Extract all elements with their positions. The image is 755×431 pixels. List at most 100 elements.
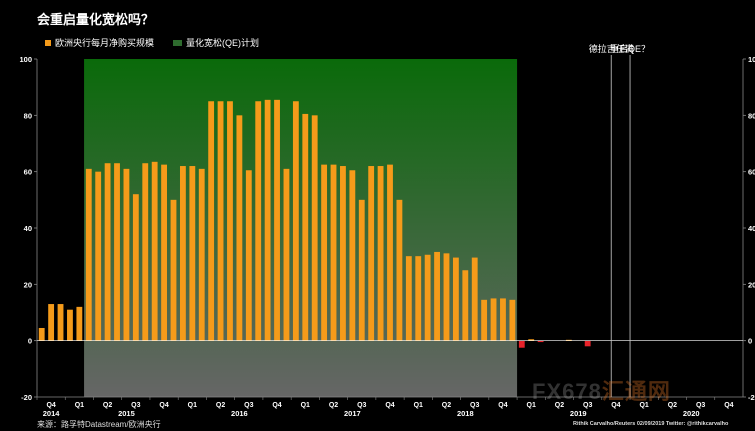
y-tick-label-left: 80	[24, 111, 32, 120]
bar	[198, 168, 205, 341]
y-tick-label-left: 100	[19, 55, 32, 64]
bar	[396, 199, 403, 341]
bar	[490, 298, 497, 341]
bar	[518, 340, 525, 348]
bar	[302, 113, 309, 341]
legend-swatch	[173, 40, 182, 46]
bar	[208, 101, 215, 341]
y-tick-label-right: 40	[748, 224, 755, 233]
watermark-accent: 汇通网	[601, 379, 671, 404]
bar	[76, 306, 83, 341]
bar	[311, 115, 318, 341]
x-tick-label: Q1	[188, 402, 197, 409]
bar	[415, 256, 422, 341]
bar	[48, 304, 55, 341]
bar	[123, 168, 130, 341]
x-tick-label: Q1	[301, 402, 310, 409]
x-tick-label: Q3	[357, 402, 366, 409]
bar	[161, 164, 167, 341]
qe-program-region	[84, 59, 518, 397]
qe-program-band	[84, 59, 518, 397]
bar	[321, 164, 328, 341]
y-tick-label-left: 40	[24, 224, 32, 233]
bar	[340, 166, 346, 341]
bar	[57, 304, 64, 341]
x-tick-label: Q4	[272, 402, 281, 409]
x-tick-label: Q4	[724, 402, 733, 409]
y-tick-label-right: -20	[748, 393, 755, 402]
x-tick-label: Q4	[46, 402, 55, 409]
year-label: 2015	[118, 409, 135, 418]
bar	[462, 270, 469, 341]
watermark-main: FX678	[532, 379, 602, 404]
y-tick-label-right: 0	[748, 337, 752, 346]
y-tick-label-right: 100	[748, 55, 755, 64]
bar	[189, 166, 196, 341]
y-tick-label-right: 60	[748, 168, 755, 177]
bar	[142, 163, 149, 341]
bar	[104, 163, 111, 341]
y-tick-label-left: 60	[24, 168, 32, 177]
bar	[274, 99, 280, 341]
legend: 欧洲央行每月净购买规模 量化宽松(QE)计划	[45, 37, 259, 48]
bar	[114, 163, 120, 341]
x-tick-label: Q3	[131, 402, 140, 409]
bar	[264, 99, 271, 341]
x-tick-label: Q3	[470, 402, 479, 409]
x-tick-label: Q3	[244, 402, 253, 409]
bar	[85, 168, 92, 341]
bar	[330, 164, 337, 341]
bar	[151, 161, 158, 341]
bar	[405, 256, 412, 341]
bar	[471, 257, 478, 341]
credit-note: Rithik Carvalho/Reuters 02/09/2019 Twitt…	[573, 421, 729, 427]
x-tick-label: Q2	[103, 402, 112, 409]
y-tick-label-right: 20	[748, 280, 755, 289]
annotation-label: 重启QE？	[610, 43, 650, 54]
bar	[67, 309, 73, 341]
bar	[170, 199, 177, 341]
bar	[443, 253, 450, 341]
bar	[95, 171, 102, 341]
bar	[179, 166, 186, 341]
x-tick-label: Q2	[442, 402, 451, 409]
annotations: 德拉吉任满重启QE？	[589, 43, 650, 397]
y-tick-label-left: 20	[24, 280, 32, 289]
year-label: 2018	[457, 409, 474, 418]
y-tick-label-right: 80	[748, 111, 755, 120]
bar	[255, 101, 262, 341]
year-label: 2020	[683, 409, 700, 418]
watermark-logo: FX678汇通网	[532, 374, 671, 406]
bar	[217, 101, 224, 341]
bar	[481, 299, 488, 341]
bar	[283, 168, 290, 341]
legend-label: 量化宽松(QE)计划	[186, 37, 259, 48]
x-tick-label: Q1	[414, 402, 423, 409]
bar	[434, 251, 440, 341]
bar	[349, 170, 356, 341]
x-tick-label: Q4	[159, 402, 168, 409]
qe-bar-chart: -20-20002020404060608080100100Q4Q1Q2Q3Q4…	[19, 37, 755, 418]
y-tick-label-left: -20	[21, 393, 32, 402]
bar	[387, 164, 393, 341]
legend-swatch	[45, 40, 51, 46]
bar	[38, 327, 45, 341]
x-tick-label: Q3	[696, 402, 705, 409]
year-label: 2019	[570, 409, 587, 418]
bar	[358, 199, 365, 341]
x-tick-label: Q1	[75, 402, 84, 409]
x-tick-label: Q4	[385, 402, 394, 409]
bar	[452, 257, 459, 341]
bar	[132, 194, 139, 341]
legend-label: 欧洲央行每月净购买规模	[55, 37, 154, 48]
bar	[245, 170, 252, 341]
year-label: 2016	[231, 409, 248, 418]
bar	[500, 298, 506, 341]
x-tick-label: Q2	[329, 402, 338, 409]
source-note: 来源：路孚特Datastream/欧洲央行	[37, 420, 161, 429]
x-tick-label: Q2	[216, 402, 225, 409]
bar	[236, 115, 243, 341]
y-tick-label-left: 0	[28, 337, 32, 346]
bar	[509, 299, 516, 341]
bar	[584, 340, 591, 347]
